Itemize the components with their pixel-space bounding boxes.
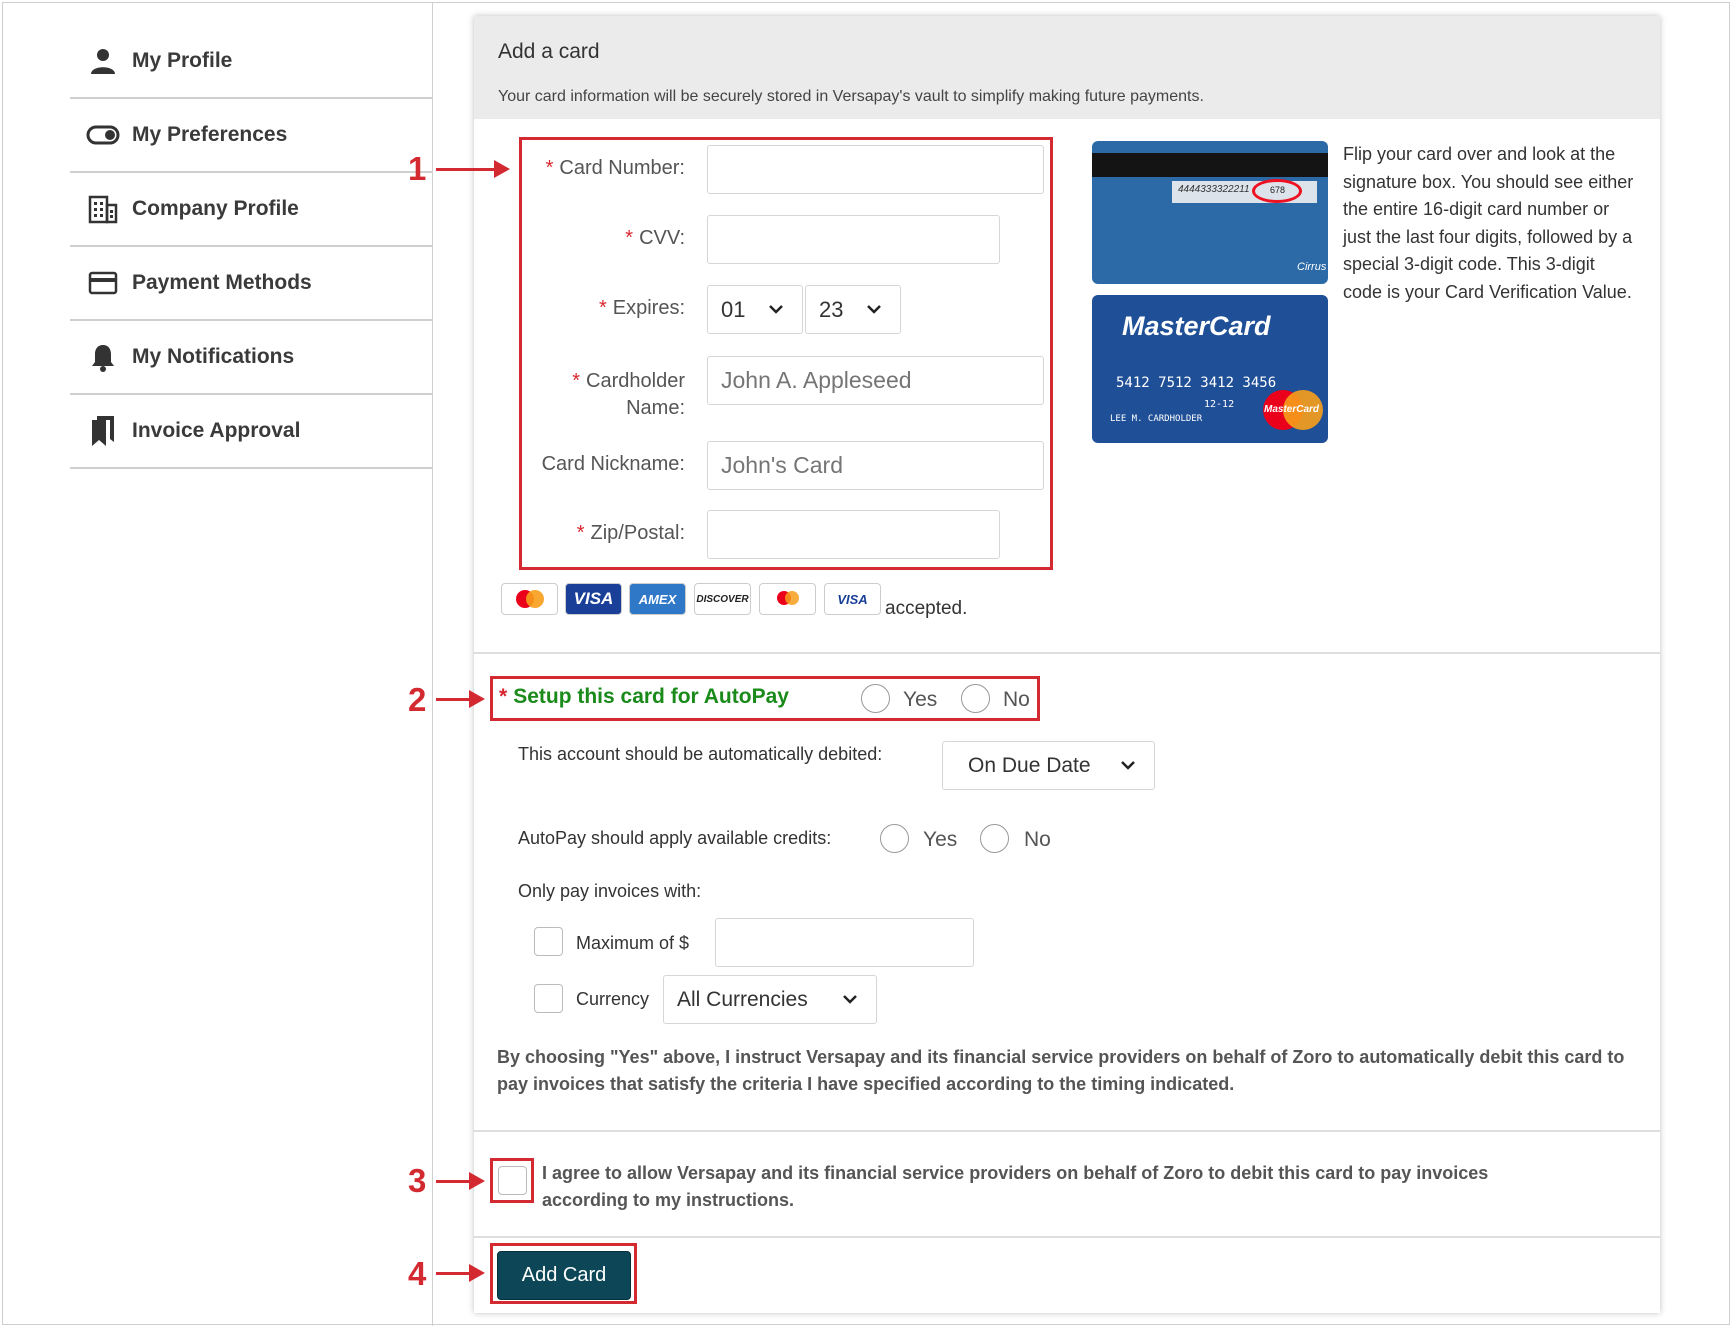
- visa-debit-logo: VISA: [824, 583, 881, 615]
- section-divider: [474, 652, 1660, 654]
- maximum-amount-input[interactable]: [715, 918, 974, 967]
- credit-card-icon: [86, 266, 120, 300]
- toggle-icon: [86, 118, 120, 152]
- card-front-image: MasterCard 5412 7512 3412 3456 12-12 LEE…: [1092, 295, 1328, 443]
- sidebar: My Profile My Preferences Company Profil…: [3, 3, 433, 1326]
- credits-yes-label: Yes: [923, 828, 958, 851]
- autopay-disclaimer: By choosing "Yes" above, I instruct Vers…: [497, 1047, 1625, 1094]
- bookmarks-icon: [86, 414, 120, 448]
- callout-number-3: 3: [408, 1162, 427, 1199]
- callout-arrow-2: [436, 690, 485, 708]
- panel-subtitle: Your card information will be securely s…: [498, 88, 1204, 105]
- panel-title: Add a card: [498, 40, 600, 63]
- chevron-down-icon: [1121, 761, 1135, 770]
- panel-header: Add a card Your card information will be…: [474, 16, 1660, 119]
- currency-select[interactable]: All Currencies: [663, 975, 877, 1024]
- agreement-text: I agree to allow Versapay and its financ…: [542, 1163, 1489, 1210]
- chevron-down-icon: [843, 995, 857, 1004]
- amex-logo: AMEX: [629, 583, 686, 615]
- maestro-logo: [759, 583, 816, 615]
- credits-no-label: No: [1024, 828, 1051, 851]
- sidebar-item-label: My Notifications: [132, 345, 295, 368]
- callout-arrow-3: [436, 1172, 485, 1190]
- maximum-checkbox[interactable]: [534, 927, 563, 956]
- discover-logo: DISCOVER: [694, 583, 751, 615]
- debit-timing-select[interactable]: On Due Date: [942, 741, 1155, 790]
- person-icon: [86, 44, 120, 78]
- callout-box-2: [490, 676, 1040, 721]
- sidebar-item-my-notifications[interactable]: My Notifications: [70, 321, 433, 395]
- sidebar-item-my-profile[interactable]: My Profile: [70, 25, 433, 99]
- sidebar-item-payment-methods[interactable]: Payment Methods: [70, 247, 433, 321]
- credits-yes-radio[interactable]: [880, 824, 909, 853]
- accepted-text: accepted.: [885, 598, 968, 619]
- section-divider: [474, 1130, 1660, 1132]
- credits-no-radio[interactable]: [980, 824, 1009, 853]
- callout-number-2: 2: [408, 681, 427, 718]
- callout-box-4: [490, 1243, 637, 1304]
- sidebar-item-label: Payment Methods: [132, 271, 312, 294]
- callout-arrow-4: [436, 1264, 485, 1282]
- debit-timing-label: This account should be automatically deb…: [518, 744, 883, 764]
- callout-number-4: 4: [408, 1255, 427, 1292]
- currency-label: Currency: [576, 989, 650, 1009]
- callout-box-1: [519, 137, 1053, 570]
- building-icon: [86, 192, 120, 226]
- sidebar-item-label: Invoice Approval: [132, 419, 301, 442]
- sidebar-item-label: My Preferences: [132, 123, 288, 146]
- sidebar-item-my-preferences[interactable]: My Preferences: [70, 99, 433, 173]
- mastercard-logo: [501, 583, 558, 615]
- card-back-image: 4444333322211 678 Cirrus: [1092, 141, 1328, 284]
- sidebar-item-company-profile[interactable]: Company Profile: [70, 173, 433, 247]
- only-pay-label: Only pay invoices with:: [518, 881, 702, 901]
- sidebar-item-label: Company Profile: [132, 197, 299, 220]
- apply-credits-label: AutoPay should apply available credits:: [518, 828, 832, 848]
- bell-icon: [86, 340, 120, 374]
- cvv-help-text: Flip your card over and look at the sign…: [1343, 144, 1634, 302]
- sidebar-item-invoice-approval[interactable]: Invoice Approval: [70, 395, 433, 469]
- currency-checkbox[interactable]: [534, 984, 563, 1013]
- callout-box-3: [490, 1158, 534, 1203]
- callout-arrow-1: [436, 160, 510, 178]
- callout-number-1: 1: [408, 150, 427, 187]
- section-divider: [474, 1236, 1660, 1238]
- visa-logo: VISA: [565, 583, 622, 615]
- sidebar-item-label: My Profile: [132, 49, 233, 72]
- maximum-label: Maximum of $: [576, 933, 690, 953]
